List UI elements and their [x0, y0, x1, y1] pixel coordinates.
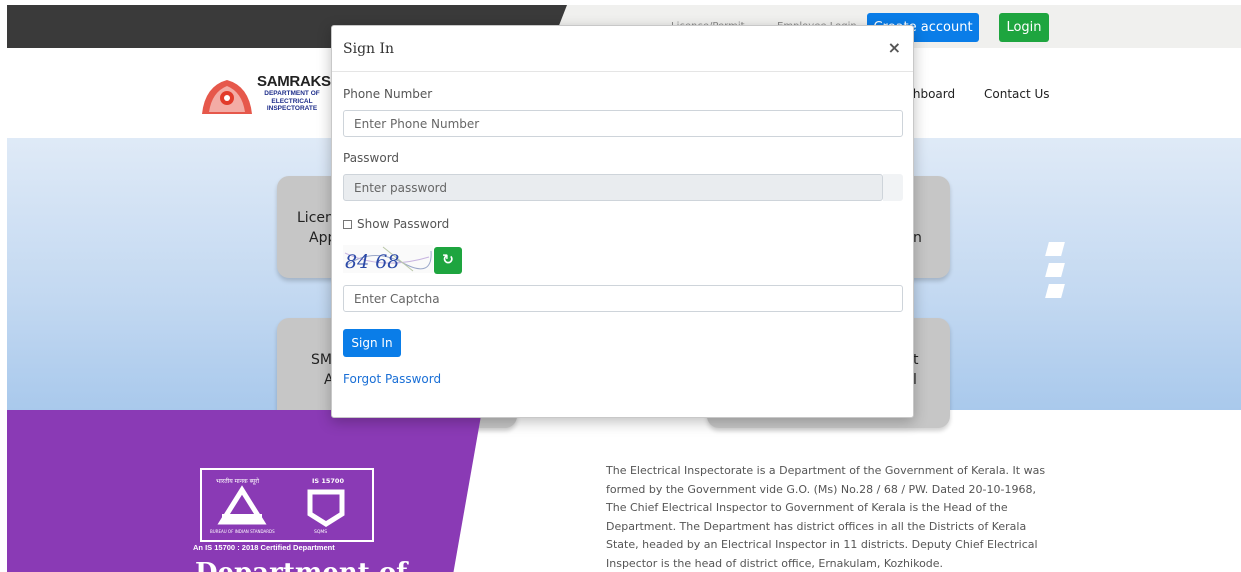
nav-contact-link[interactable]: Contact Us: [984, 87, 1050, 101]
card-text: n: [913, 230, 922, 246]
about-paragraph: The Electrical Inspectorate is a Departm…: [606, 464, 1046, 570]
show-password-checkbox[interactable]: Show Password: [343, 217, 449, 231]
sign-in-button[interactable]: Sign In: [343, 329, 401, 357]
close-icon[interactable]: ×: [888, 38, 901, 57]
phone-label: Phone Number: [343, 87, 433, 101]
hero-decoration: [1045, 284, 1065, 298]
login-button[interactable]: Login: [999, 13, 1049, 42]
checkbox-icon[interactable]: [343, 219, 352, 229]
cert-text: भारतीय मानक ब्यूरो: [216, 477, 260, 485]
forgot-password-link[interactable]: Forgot Password: [343, 372, 441, 386]
hero-decoration: [1045, 242, 1065, 256]
captcha-image: 84 68: [343, 245, 433, 273]
password-label: Password: [343, 151, 400, 165]
show-password-label: Show Password: [357, 217, 450, 231]
phone-input[interactable]: [343, 110, 903, 137]
card-text: SM: [311, 352, 332, 368]
captcha-input[interactable]: [343, 285, 903, 312]
certification-caption: An IS 15700 : 2018 Certified Department: [193, 543, 335, 552]
hero-decoration: [1045, 263, 1065, 277]
bis-logo-art: भारतीय मानक ब्यूरो IS 15700 BUREAU OF IN…: [210, 477, 345, 535]
password-input[interactable]: [343, 174, 883, 201]
cert-text: SQMS: [314, 529, 327, 535]
modal-header: Sign In ×: [332, 26, 913, 72]
brand-subtitle: DEPARTMENT OF ELECTRICAL INSPECTORATE: [264, 90, 320, 112]
password-toggle-addon[interactable]: [883, 174, 903, 201]
cert-text: IS 15700: [312, 477, 344, 485]
sign-in-modal: Sign In × Phone Number Password Show Pas…: [331, 25, 914, 418]
refresh-icon[interactable]: ↻: [434, 247, 462, 274]
cert-text: BUREAU OF INDIAN STANDARDS: [210, 529, 275, 534]
emblem-logo[interactable]: [197, 76, 257, 116]
bis-certification-logo: भारतीय मानक ब्यूरो IS 15700 BUREAU OF IN…: [200, 468, 374, 542]
footer-heading: Department of: [195, 558, 407, 572]
modal-title: Sign In: [343, 41, 395, 57]
captcha-text: 84 68: [345, 251, 399, 273]
